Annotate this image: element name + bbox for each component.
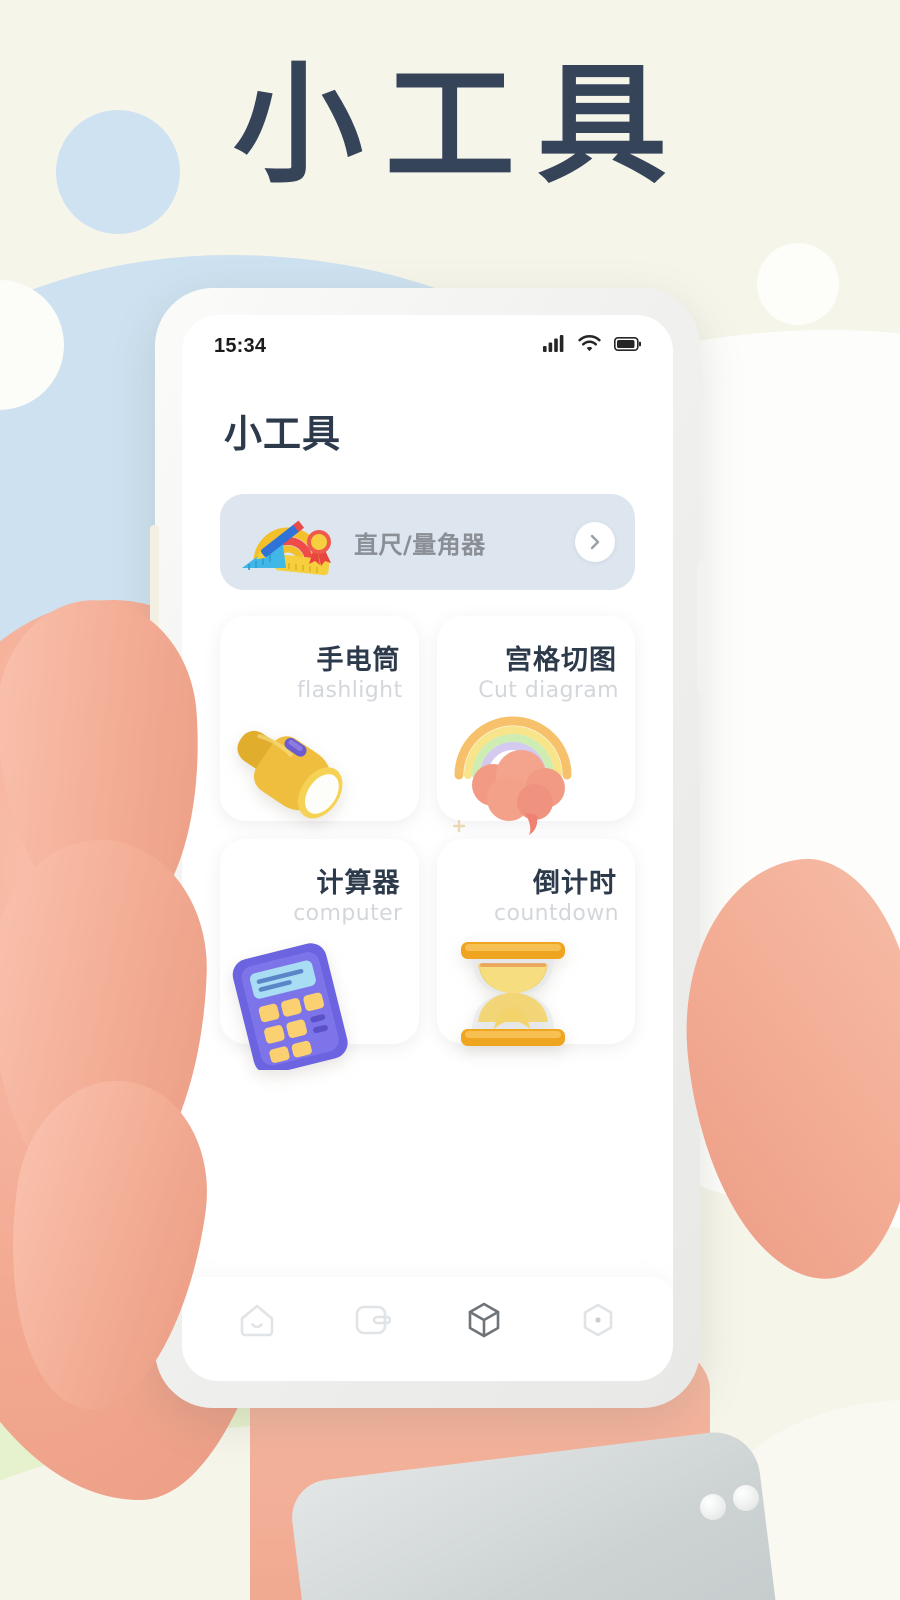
- status-icons: [543, 335, 641, 357]
- tool-card-calculator[interactable]: 计算器 computer: [220, 839, 419, 1075]
- phone-volume-button[interactable]: [150, 525, 159, 635]
- hourglass-icon: [439, 920, 589, 1070]
- tool-card-cut-diagram[interactable]: 宫格切图 Cut diagram: [436, 616, 635, 835]
- poster-scene: 小工具 15:34 小工具 直尺/量角器 手电筒 flashlight 宫格切图…: [0, 0, 900, 1600]
- cream-bottom-blob: [0, 1420, 900, 1600]
- nav-item-hexagon[interactable]: [568, 1292, 628, 1352]
- banner-label: 直尺/量角器: [354, 530, 486, 559]
- app-title: 小工具: [224, 412, 342, 456]
- phone-screen: 15:34 小工具 直尺/量角器 手电筒 flashlight 宫格切图 Cut…: [182, 315, 673, 1381]
- nav-item-cube[interactable]: [454, 1292, 514, 1352]
- cellular-signal-icon: [543, 335, 565, 357]
- status-time: 15:34: [214, 334, 267, 357]
- banner-ruler-protractor[interactable]: 直尺/量角器: [220, 494, 635, 590]
- phone-device: 15:34 小工具 直尺/量角器 手电筒 flashlight 宫格切图 Cut…: [155, 288, 700, 1408]
- tool-grid: 手电筒 flashlight 宫格切图 Cut diagram 计算器 comp…: [220, 616, 635, 1075]
- wifi-icon: [578, 335, 601, 357]
- nav-item-home[interactable]: [227, 1292, 287, 1352]
- bottom-navigation: [182, 1277, 673, 1381]
- thumb: [668, 849, 900, 1291]
- calculator-icon: [218, 920, 368, 1075]
- hexagon-dot-icon: [578, 1300, 618, 1345]
- battery-icon: [614, 336, 641, 356]
- home-icon: [237, 1300, 277, 1345]
- phone-power-button[interactable]: [697, 562, 707, 694]
- cube-icon: [464, 1300, 504, 1345]
- ruler-protractor-icon: [236, 504, 340, 580]
- app-header: 小工具: [182, 369, 673, 458]
- nav-item-wallet[interactable]: [341, 1292, 401, 1352]
- tool-card-flashlight[interactable]: 手电筒 flashlight: [220, 616, 419, 821]
- sleeve-button-1: [700, 1494, 726, 1520]
- flashlight-icon: [214, 693, 364, 843]
- tool-card-countdown[interactable]: 倒计时 countdown: [436, 839, 635, 1046]
- chevron-right-icon[interactable]: [575, 522, 615, 562]
- white-circle-left: [0, 280, 64, 410]
- white-blob-bottom-right: [700, 1400, 900, 1600]
- sleeve-cuff: [287, 1427, 783, 1600]
- wallet-icon: [351, 1300, 391, 1345]
- tool-title: 手电筒: [316, 645, 401, 676]
- tool-title: 倒计时: [533, 868, 617, 899]
- tool-title: 宫格切图: [505, 645, 617, 676]
- sleeve-button-2: [733, 1485, 759, 1511]
- rainbow-cloud-icon: [441, 689, 591, 839]
- tool-title: 计算器: [316, 868, 401, 899]
- status-bar: 15:34: [182, 315, 673, 369]
- poster-headline: 小工具: [232, 49, 689, 201]
- white-circle-right: [757, 243, 839, 325]
